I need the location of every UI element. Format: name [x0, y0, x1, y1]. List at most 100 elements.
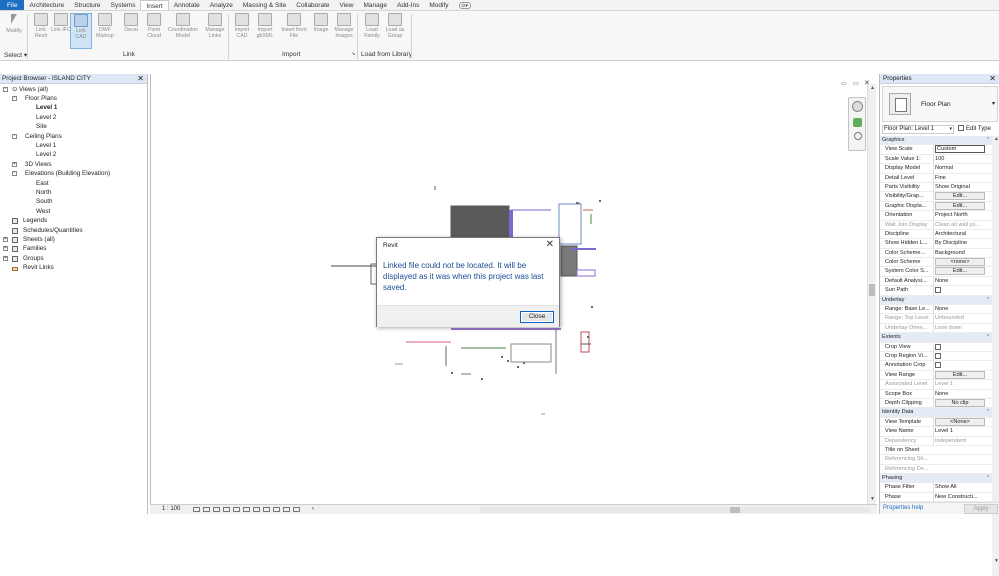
navigation-bar[interactable]	[848, 97, 866, 151]
import-panel-expander-icon[interactable]: ↘	[351, 51, 355, 57]
checkbox[interactable]	[935, 362, 941, 369]
view-cube-icon[interactable]	[852, 101, 863, 112]
collapse-icon[interactable]: ⌃	[986, 136, 990, 145]
reveal-constraints-icon[interactable]	[293, 507, 300, 512]
property-value[interactable]: 100	[933, 154, 991, 164]
tab-annotate[interactable]: Annotate	[169, 0, 205, 10]
property-value[interactable]: Normal	[933, 164, 991, 174]
property-value[interactable]: Show All	[933, 483, 991, 493]
link-revit-button[interactable]: Link Revit	[30, 13, 52, 49]
show-crop-icon[interactable]	[243, 507, 250, 512]
tree-item-revit-links[interactable]: Revit Links	[23, 264, 54, 272]
property-value[interactable]: Edit...	[933, 267, 991, 276]
checkbox[interactable]	[935, 343, 941, 350]
crop-view-icon[interactable]	[233, 507, 240, 512]
zoom-icon[interactable]	[854, 132, 862, 140]
expand-icon[interactable]: +	[12, 162, 17, 167]
collapse-icon[interactable]: ⌃	[986, 333, 990, 342]
tree-item-floor-plans[interactable]: Floor Plans	[25, 95, 57, 103]
property-edit-button[interactable]: <None>	[935, 417, 985, 426]
collapse-icon[interactable]: -	[3, 87, 8, 92]
property-value[interactable]: Unbounded	[933, 314, 991, 324]
tree-item-ceiling-level-2[interactable]: Level 2	[36, 151, 56, 159]
tree-item-schedules[interactable]: Schedules/Quantities	[23, 227, 83, 235]
instance-filter-dropdown[interactable]: Floor Plan: Level 1 ▾	[882, 125, 954, 134]
property-value[interactable]: Look down	[933, 323, 991, 333]
property-edit-button[interactable]: Edit...	[935, 192, 985, 201]
import-gbxml-button[interactable]: Import gbXML	[254, 13, 276, 49]
tab-analyze[interactable]: Analyze	[205, 0, 238, 10]
minimize-view-icon[interactable]: ▭	[841, 80, 847, 87]
tab-systems[interactable]: Systems	[106, 0, 141, 10]
property-value[interactable]: Fine	[933, 173, 991, 183]
sun-path-icon[interactable]	[213, 507, 220, 512]
property-value[interactable]: Edit...	[933, 201, 991, 210]
link-ifc-button[interactable]: Link IFC	[50, 13, 72, 49]
property-value[interactable]: Background	[933, 248, 991, 258]
tab-architecture[interactable]: Architecture	[24, 0, 69, 10]
view-scale[interactable]: 1 : 100	[162, 505, 180, 514]
tree-item-elevations[interactable]: Elevations (Building Elevation)	[25, 170, 110, 178]
tab-collaborate[interactable]: Collaborate	[291, 0, 334, 10]
expand-icon[interactable]: +	[3, 246, 8, 251]
manage-links-button[interactable]: Manage Links	[204, 13, 226, 49]
collapse-arrow-icon[interactable]: ‹	[312, 505, 314, 514]
close-button[interactable]: Close	[520, 311, 554, 323]
property-edit-button[interactable]: No clip	[935, 398, 985, 407]
manage-images-button[interactable]: Manage Images	[333, 13, 355, 49]
scroll-down-icon[interactable]: ▼	[870, 496, 875, 502]
collapse-icon[interactable]: -	[12, 134, 17, 139]
highlight-displacement-icon[interactable]	[283, 507, 290, 512]
property-value[interactable]: Edit...	[933, 192, 991, 201]
tab-file[interactable]: File	[0, 0, 25, 10]
property-value[interactable]: <none>	[933, 258, 991, 267]
collapse-icon[interactable]: -	[12, 96, 17, 101]
close-icon[interactable]: ✕	[546, 239, 554, 251]
expand-icon[interactable]: +	[3, 256, 8, 261]
tree-item-ceiling-plans[interactable]: Ceiling Plans	[25, 133, 62, 141]
collapse-icon[interactable]: ⌃	[986, 474, 990, 483]
property-value[interactable]: Independent	[933, 436, 991, 446]
apply-button[interactable]: Apply	[964, 504, 998, 514]
tab-massing-site[interactable]: Massing & Site	[238, 0, 291, 10]
checkbox[interactable]	[935, 352, 941, 359]
property-edit-button[interactable]: <none>	[935, 258, 985, 267]
property-value[interactable]: Custom	[933, 145, 991, 154]
reveal-hidden-icon[interactable]	[263, 507, 270, 512]
import-cad-button[interactable]: Import CAD	[231, 13, 253, 49]
property-edit-button[interactable]: Edit...	[935, 201, 985, 210]
tree-item-3d-views[interactable]: 3D Views	[25, 161, 51, 169]
coordination-model-button[interactable]: Coordination Model	[167, 13, 199, 49]
vertical-scrollbar[interactable]: ▲ ▼	[867, 84, 876, 504]
shadows-icon[interactable]	[223, 507, 230, 512]
close-icon[interactable]: ✕	[137, 74, 144, 83]
image-button[interactable]: Image	[310, 13, 332, 49]
property-edit-button[interactable]: Edit...	[935, 267, 985, 276]
property-value[interactable]: <None>	[933, 417, 991, 426]
property-value[interactable]: Clean all wall joi...	[933, 220, 991, 230]
tree-item-sheets[interactable]: Sheets (all)	[23, 236, 55, 244]
close-icon[interactable]: ✕	[989, 74, 996, 83]
tree-item-groups[interactable]: Groups	[23, 255, 44, 263]
detail-level-icon[interactable]	[193, 507, 200, 512]
load-family-button[interactable]: Load Family	[361, 13, 383, 49]
scroll-up-icon[interactable]: ▲	[870, 85, 875, 91]
tree-item-east[interactable]: East	[36, 180, 49, 188]
dropdown-icon[interactable]: ▾	[992, 100, 995, 107]
property-value[interactable]: Level 1	[933, 380, 991, 390]
property-value[interactable]: None	[933, 305, 991, 315]
load-as-group-button[interactable]: Load as Group	[384, 13, 406, 49]
tab-add-ins[interactable]: Add-Ins	[392, 0, 424, 10]
modify-button[interactable]: Modify	[3, 13, 25, 49]
ribbon-toggle-button[interactable]: ⊙▾	[454, 0, 476, 10]
horizontal-scrollbar[interactable]	[480, 507, 870, 513]
tree-item-south[interactable]: South	[36, 198, 52, 206]
view-scale-field[interactable]: Custom	[935, 145, 985, 154]
visual-style-icon[interactable]	[203, 507, 210, 512]
tab-insert[interactable]: Insert	[140, 0, 169, 10]
analytical-model-icon[interactable]	[273, 507, 280, 512]
collapse-icon[interactable]: ⌃	[986, 408, 990, 417]
property-value[interactable]: Level 1	[933, 427, 991, 437]
expand-icon[interactable]: +	[3, 237, 8, 242]
tab-structure[interactable]: Structure	[69, 0, 105, 10]
